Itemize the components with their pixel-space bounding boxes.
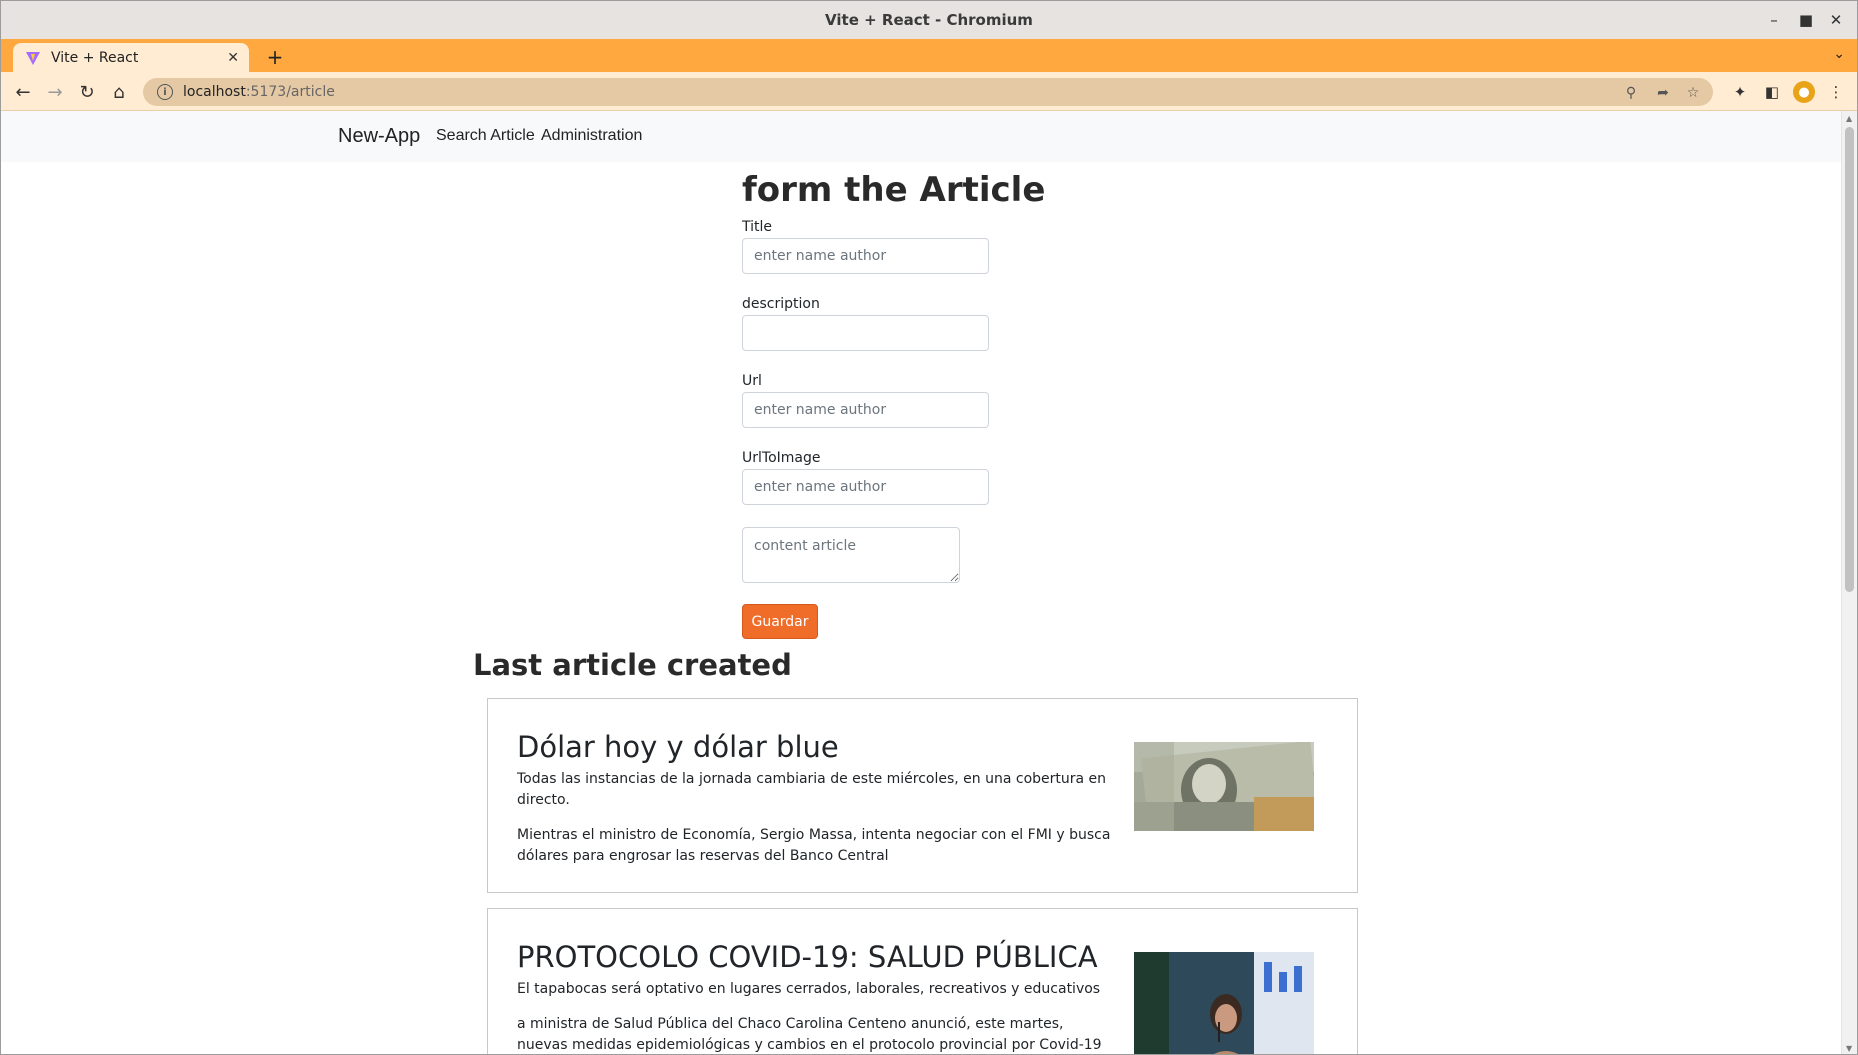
description-input[interactable] <box>742 315 989 351</box>
share-icon[interactable]: ➦ <box>1653 83 1673 103</box>
close-window-icon[interactable]: ✕ <box>1825 9 1847 31</box>
page-scrollbar[interactable]: ▲ ▼ <box>1841 111 1857 1054</box>
tab-label: Vite + React <box>51 49 139 66</box>
address-bar[interactable]: i localhost:5173/article ⚲ ➦ ☆ <box>143 78 1713 106</box>
article-content: a ministra de Salud Pública del Chaco Ca… <box>517 1016 1102 1053</box>
dollar-bills-image <box>1134 742 1314 831</box>
nav-link-administration[interactable]: Administration <box>541 127 642 145</box>
close-tab-icon[interactable]: ✕ <box>227 50 239 66</box>
site-info-icon[interactable]: i <box>157 84 173 100</box>
reload-icon[interactable]: ↻ <box>75 80 99 104</box>
url-to-image-field-group: UrlToImage <box>742 447 1162 505</box>
zoom-icon[interactable]: ⚲ <box>1621 83 1641 103</box>
scroll-up-icon[interactable]: ▲ <box>1846 114 1852 123</box>
article-card-body: PROTOCOLO COVID-19: SALUD PÚBLICA El tap… <box>517 937 1117 1054</box>
back-icon[interactable]: ← <box>11 80 35 104</box>
url-to-image-label: UrlToImage <box>742 450 821 466</box>
url-to-image-input[interactable] <box>742 469 989 505</box>
url-label: Url <box>742 373 762 389</box>
save-button[interactable]: Guardar <box>742 604 818 639</box>
article-card-body: Dólar hoy y dólar blue Todas las instanc… <box>517 727 1117 867</box>
article-title: Dólar hoy y dólar blue <box>517 730 839 764</box>
app-brand-link[interactable]: New-App <box>338 125 420 148</box>
page-viewport: New-App Search Article Administration fo… <box>1 111 1843 1054</box>
title-input[interactable] <box>742 238 989 274</box>
article-description: Todas las instancias de la jornada cambi… <box>517 771 1107 808</box>
article-content: Mientras el ministro de Economía, Sergio… <box>517 827 1111 864</box>
side-panel-icon[interactable]: ◧ <box>1761 81 1783 103</box>
article-card: PROTOCOLO COVID-19: SALUD PÚBLICA El tap… <box>487 908 1358 1054</box>
description-field-group: description <box>742 293 1162 351</box>
scrollbar-thumb[interactable] <box>1845 127 1854 592</box>
url-input[interactable] <box>742 392 989 428</box>
vite-favicon-icon <box>26 51 40 65</box>
window-title: Vite + React - Chromium <box>825 11 1033 29</box>
last-article-heading: Last article created <box>473 648 792 682</box>
maximize-icon[interactable]: ■ <box>1795 9 1817 31</box>
home-icon[interactable]: ⌂ <box>107 80 131 104</box>
title-field-group: Title <box>742 216 1162 274</box>
title-label: Title <box>742 219 773 235</box>
form-heading: form the Article <box>742 170 1046 210</box>
minimize-icon[interactable]: – <box>1763 9 1785 31</box>
browser-tab[interactable]: Vite + React ✕ <box>13 43 249 72</box>
browser-toolbar: ← → ↻ ⌂ i localhost:5173/article ⚲ ➦ ☆ ✦… <box>1 72 1857 111</box>
press-conference-image <box>1134 952 1314 1054</box>
browser-window: Vite + React - Chromium – ■ ✕ Vite + Rea… <box>0 0 1858 1055</box>
description-label: description <box>742 296 820 312</box>
tab-search-chevron-icon[interactable]: ⌄ <box>1833 46 1845 62</box>
new-tab-icon[interactable]: + <box>263 45 287 69</box>
window-titlebar: Vite + React - Chromium – ■ ✕ <box>1 1 1857 39</box>
browser-menu-icon[interactable]: ⋮ <box>1825 81 1847 103</box>
nav-link-search-article[interactable]: Search Article <box>436 127 535 145</box>
article-title: PROTOCOLO COVID-19: SALUD PÚBLICA <box>517 940 1098 974</box>
profile-avatar-icon[interactable]: ● <box>1793 81 1815 103</box>
app-navbar: New-App Search Article Administration <box>1 111 1843 162</box>
url-field-group: Url <box>742 370 1162 428</box>
article-description: El tapabocas será optativo en lugares ce… <box>517 981 1101 997</box>
forward-icon[interactable]: → <box>43 80 67 104</box>
scroll-down-icon[interactable]: ▼ <box>1846 1044 1852 1053</box>
tab-strip: Vite + React ✕ + ⌄ <box>1 39 1857 72</box>
article-form: form the Article Title description Url U… <box>742 162 1162 639</box>
content-textarea[interactable] <box>742 527 960 583</box>
address-url: localhost:5173/article <box>183 84 335 100</box>
article-card: Dólar hoy y dólar blue Todas las instanc… <box>487 698 1358 893</box>
extensions-puzzle-icon[interactable]: ✦ <box>1729 81 1751 103</box>
bookmark-star-icon[interactable]: ☆ <box>1683 83 1703 103</box>
